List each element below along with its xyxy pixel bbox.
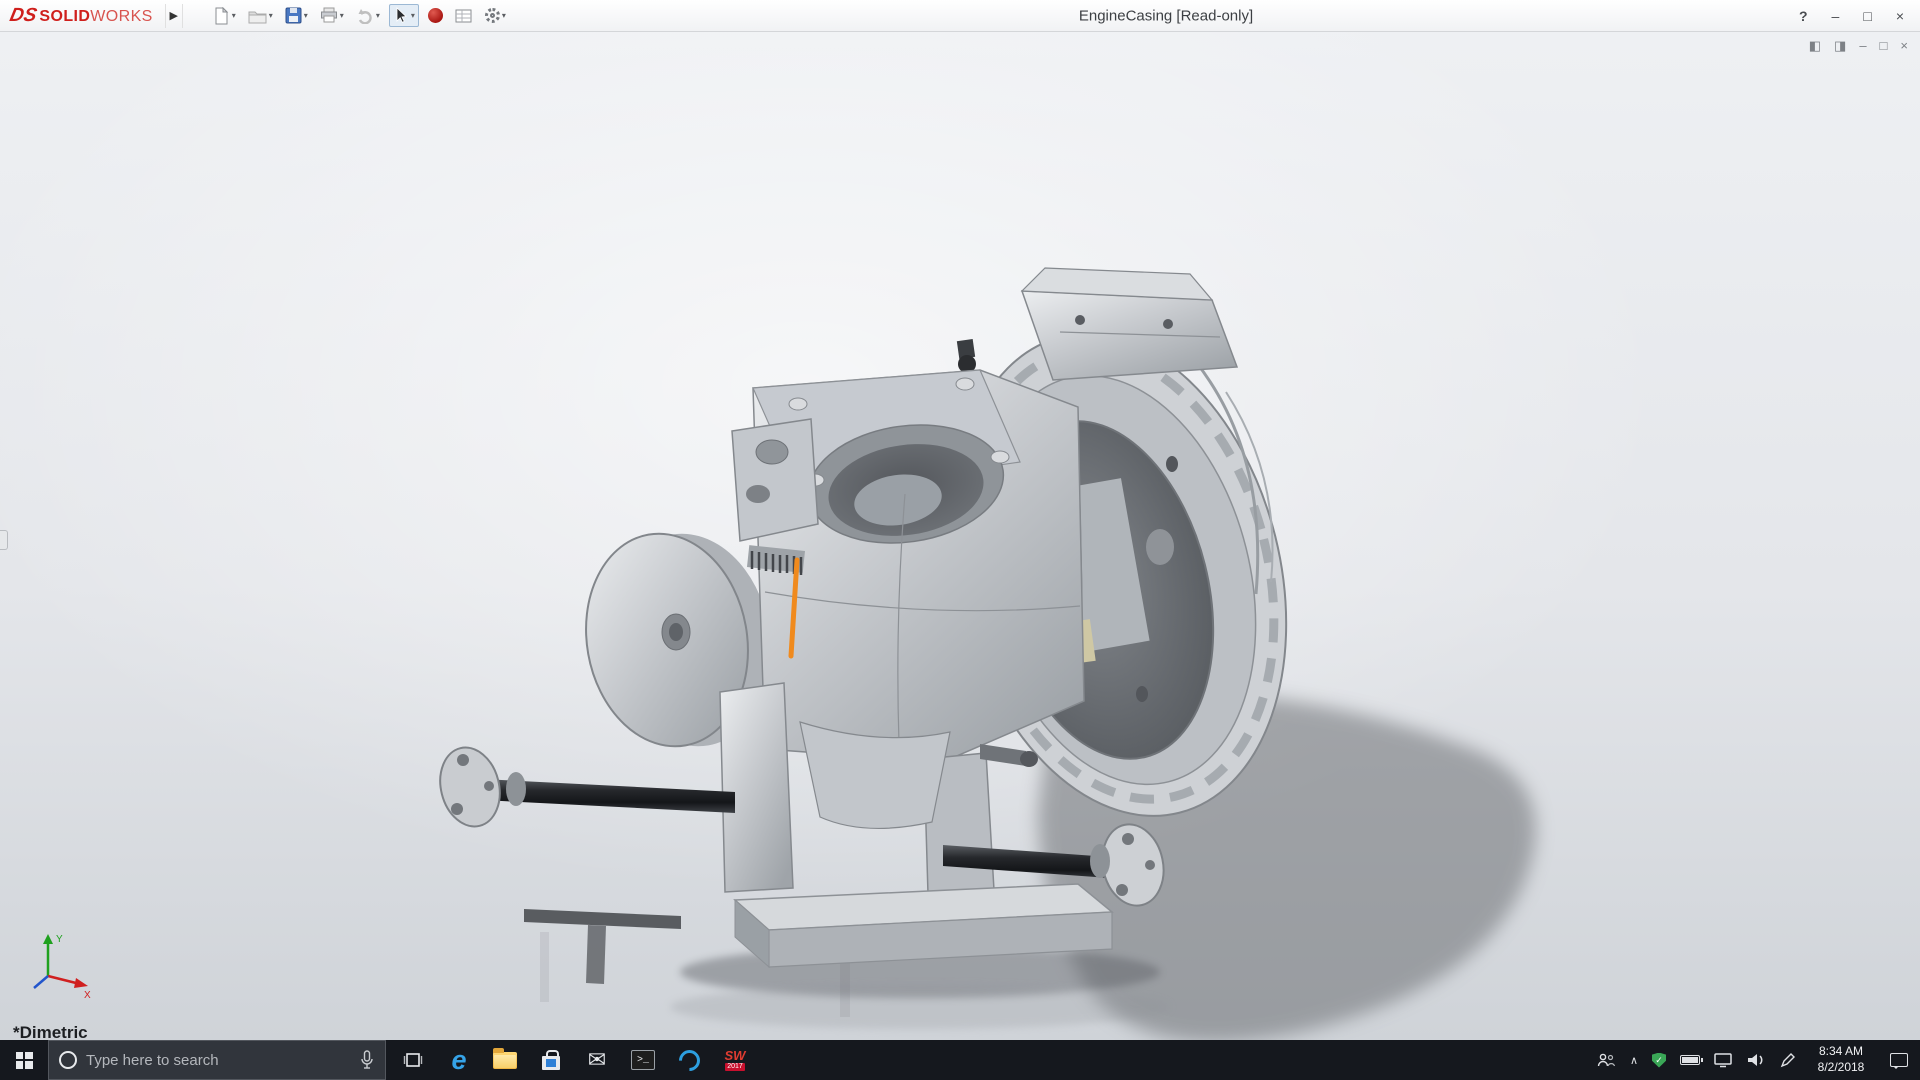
- brand-works: WORKS: [90, 8, 152, 25]
- engine-casing-model: [0, 32, 1920, 1040]
- show-hidden-icons-button[interactable]: ∧: [1630, 1054, 1638, 1067]
- orientation-triad: Y X: [26, 932, 98, 998]
- titlebar: DS SOLIDWORKS ▶ ▾ ▾ ▾ ▾ ▾: [0, 0, 1920, 32]
- command-prompt-button[interactable]: >_: [620, 1040, 666, 1080]
- clock-date: 8/2/2018: [1810, 1060, 1872, 1076]
- graphics-viewport[interactable]: ◧ ◨ – □ ×: [0, 32, 1920, 1040]
- print-button[interactable]: ▾: [317, 5, 347, 26]
- select-tool-button[interactable]: ▾: [389, 4, 419, 27]
- system-tray: ∧ ✓: [1584, 1040, 1920, 1080]
- select-cursor-icon: [393, 7, 409, 24]
- battery-icon: [1680, 1055, 1700, 1065]
- maximize-button[interactable]: □: [1863, 8, 1871, 24]
- panel-collapse-handle[interactable]: [0, 530, 8, 550]
- options-gear-icon: [485, 8, 500, 23]
- clock-time: 8:34 AM: [1810, 1044, 1872, 1060]
- file-explorer-icon: [493, 1052, 517, 1069]
- caret-icon[interactable]: ▾: [232, 11, 236, 20]
- caret-icon[interactable]: ▾: [304, 11, 308, 20]
- sw-year-badge: 2017: [725, 1063, 745, 1071]
- appearance-sphere-icon: [428, 8, 443, 23]
- mail-button[interactable]: ✉: [574, 1040, 620, 1080]
- edge-icon: e: [451, 1047, 466, 1074]
- defender-button[interactable]: ✓: [1652, 1053, 1666, 1068]
- left-handle-rod: [432, 741, 735, 833]
- caret-icon[interactable]: ▾: [502, 11, 506, 20]
- action-center-button[interactable]: [1886, 1053, 1908, 1067]
- windows-ink-button[interactable]: [1780, 1052, 1796, 1068]
- taskbar-clock[interactable]: 8:34 AM 8/2/2018: [1810, 1044, 1872, 1075]
- store-bag-icon: [542, 1056, 560, 1070]
- windows-logo-icon: [16, 1052, 33, 1069]
- network-icon: [1714, 1053, 1732, 1068]
- brand-text: SOLIDWORKS: [39, 8, 152, 26]
- caret-icon[interactable]: ▾: [340, 11, 344, 20]
- caret-icon[interactable]: ▾: [376, 11, 380, 20]
- task-view-button[interactable]: [390, 1040, 436, 1080]
- solidworks-logo: DS SOLIDWORKS: [0, 5, 153, 27]
- new-document-icon: [212, 7, 230, 25]
- caret-icon[interactable]: ▾: [269, 11, 273, 20]
- taskbar-apps: e ✉ >_ SW 2017: [390, 1040, 758, 1080]
- axis-y-label: Y: [56, 934, 63, 945]
- store-button[interactable]: [528, 1040, 574, 1080]
- file-explorer-button[interactable]: [482, 1040, 528, 1080]
- undo-icon: [356, 8, 374, 24]
- appearance-button[interactable]: [425, 6, 446, 25]
- defender-shield-icon: ✓: [1652, 1053, 1666, 1068]
- axis-x-label: X: [84, 990, 91, 998]
- quick-access-toolbar: ▾ ▾ ▾ ▾ ▾ ▾: [209, 4, 509, 27]
- search-input[interactable]: [86, 1052, 350, 1069]
- solidworks-window: DS SOLIDWORKS ▶ ▾ ▾ ▾ ▾ ▾: [0, 0, 1920, 1080]
- drawing-sheet-icon: [455, 8, 473, 24]
- open-document-button[interactable]: ▾: [245, 6, 276, 26]
- mail-envelope-icon: ✉: [588, 1049, 606, 1071]
- options-button[interactable]: ▾: [482, 6, 509, 25]
- save-button[interactable]: ▾: [282, 5, 311, 26]
- window-controls: ? – □ ×: [1799, 0, 1904, 32]
- sw-label: SW: [725, 1049, 746, 1062]
- edge-browser-button[interactable]: e: [436, 1040, 482, 1080]
- document-title: EngineCasing [Read-only]: [1079, 7, 1253, 24]
- speaker-icon: [1746, 1052, 1766, 1068]
- minimize-button[interactable]: –: [1832, 8, 1840, 24]
- solidworks-2017-button[interactable]: SW 2017: [712, 1040, 758, 1080]
- cortana-icon: [59, 1051, 77, 1069]
- brand-solid: SOLID: [39, 8, 90, 25]
- microphone-icon[interactable]: [359, 1050, 375, 1070]
- undo-button[interactable]: ▾: [353, 6, 383, 26]
- people-button[interactable]: [1596, 1053, 1616, 1067]
- close-button[interactable]: ×: [1896, 8, 1904, 24]
- pen-icon: [1780, 1052, 1796, 1068]
- solidworks-2017-icon: SW 2017: [725, 1049, 746, 1071]
- start-button[interactable]: [0, 1040, 48, 1080]
- open-folder-icon: [248, 8, 267, 24]
- print-icon: [320, 7, 338, 24]
- notification-icon: [1890, 1053, 1908, 1067]
- drawing-sheet-button[interactable]: [452, 6, 476, 26]
- edrawings-button[interactable]: [666, 1040, 712, 1080]
- people-icon: [1596, 1053, 1616, 1067]
- command-prompt-icon: >_: [631, 1050, 655, 1070]
- taskbar-search[interactable]: [48, 1040, 386, 1080]
- toolbar-flyout-button[interactable]: ▶: [165, 4, 183, 28]
- network-button[interactable]: [1714, 1053, 1732, 1068]
- windows-taskbar: e ✉ >_ SW 2017: [0, 1040, 1920, 1080]
- ds-logo-mark: DS: [8, 5, 39, 27]
- new-document-button[interactable]: ▾: [209, 5, 239, 27]
- save-floppy-icon: [285, 7, 302, 24]
- task-view-icon: [403, 1052, 423, 1068]
- edrawings-icon: [674, 1045, 704, 1075]
- top-cap: [957, 268, 1237, 380]
- help-button[interactable]: ?: [1799, 8, 1808, 24]
- battery-button[interactable]: [1680, 1055, 1700, 1065]
- volume-button[interactable]: [1746, 1052, 1766, 1068]
- caret-icon[interactable]: ▾: [411, 11, 415, 20]
